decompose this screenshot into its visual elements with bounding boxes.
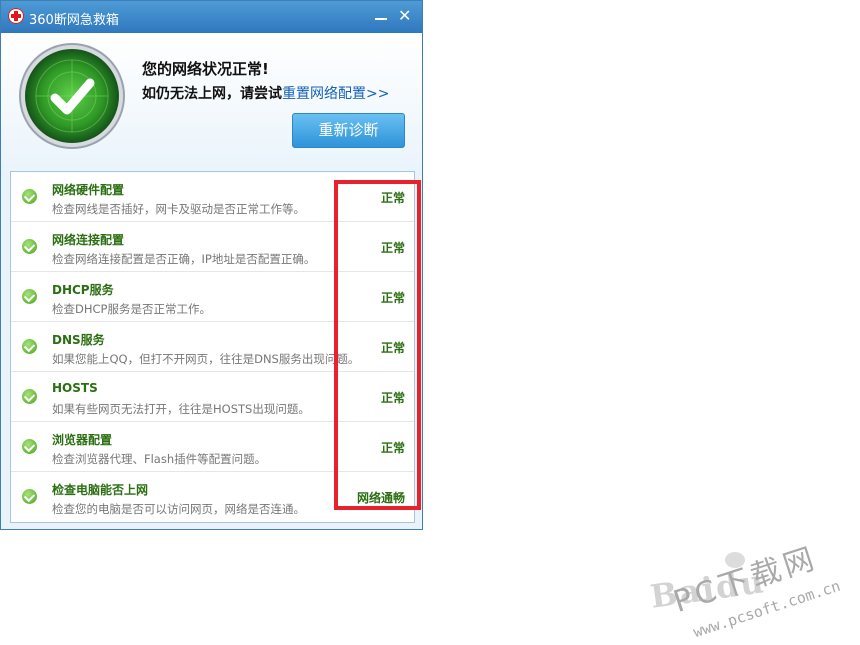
network-status-title: 您的网络状况正常! (142, 60, 269, 78)
check-description: 如果您能上QQ，但打不开网页，往往是DNS服务出现问题。 (52, 352, 360, 366)
check-description: 检查网线是否插好，网卡及驱动是否正常工作等。 (52, 202, 305, 216)
watermark: Baidu PC下载网 www.pcsoft.com.cn (640, 540, 855, 642)
status-highlight-box (334, 180, 421, 510)
rediagnose-button[interactable]: 重新诊断 (292, 113, 405, 148)
check-description: 检查DHCP服务是否正常工作。 (52, 302, 211, 316)
check-ok-icon (22, 289, 37, 304)
check-ok-icon (22, 239, 37, 254)
check-title: 检查电脑能否上网 (52, 483, 149, 497)
check-ok-icon (22, 189, 37, 204)
close-icon[interactable]: ✕ (398, 8, 411, 24)
check-description: 检查您的电脑是否可以访问网页，网络是否连通。 (52, 502, 305, 516)
check-ok-icon (22, 489, 37, 504)
check-description: 如果有些网页无法打开，往往是HOSTS出现问题。 (52, 402, 310, 416)
check-title: 浏览器配置 (52, 433, 113, 447)
check-title: 网络连接配置 (52, 233, 125, 247)
check-ok-icon (22, 389, 37, 404)
check-title: HOSTS (52, 381, 98, 395)
first-aid-cross-icon (9, 9, 23, 23)
check-description: 检查网络连接配置是否正确，IP地址是否配置正确。 (52, 252, 316, 266)
minimize-icon[interactable] (375, 18, 387, 20)
reset-network-link[interactable]: 重置网络配置>> (282, 86, 389, 102)
check-title: 网络硬件配置 (52, 183, 125, 197)
check-title: DNS服务 (52, 333, 105, 347)
hint-text: 如仍无法上网，请尝试 (142, 86, 282, 102)
radar-checkmark-icon (25, 49, 119, 143)
check-description: 检查浏览器代理、Flash插件等配置问题。 (52, 452, 267, 466)
title-bar[interactable]: 360断网急救箱 ✕ (1, 1, 422, 33)
status-hint: 如仍无法上网，请尝试重置网络配置>> (142, 83, 389, 103)
check-title: DHCP服务 (52, 283, 114, 297)
window-title: 360断网急救箱 (29, 13, 119, 28)
check-ok-icon (22, 339, 37, 354)
check-ok-icon (22, 439, 37, 454)
